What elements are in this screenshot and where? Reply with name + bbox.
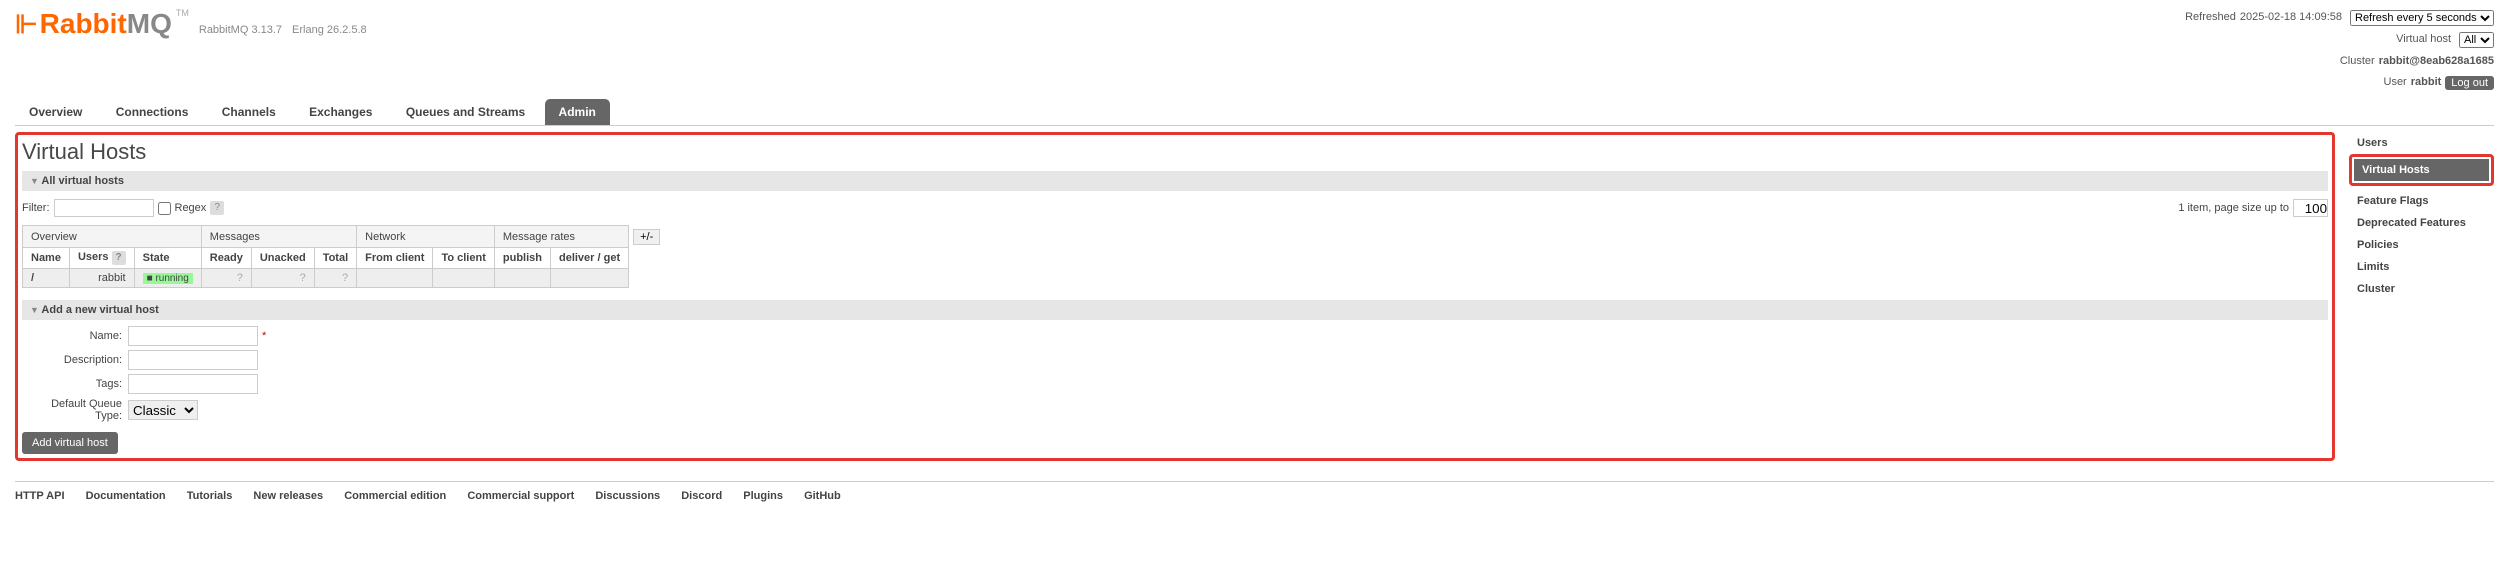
col-group-rates: Message rates xyxy=(494,226,628,248)
cell-to-client xyxy=(433,269,494,288)
footer-plugins[interactable]: Plugins xyxy=(743,490,783,502)
col-publish[interactable]: publish xyxy=(494,248,550,269)
vhost-name-link[interactable]: / xyxy=(31,272,34,284)
cluster-label: Cluster xyxy=(2340,52,2375,72)
tab-connections[interactable]: Connections xyxy=(102,99,203,125)
sidebar-item-deprecated-features[interactable]: Deprecated Features xyxy=(2349,212,2494,234)
add-vhost-button[interactable]: Add virtual host xyxy=(22,432,118,454)
footer-commercial-edition[interactable]: Commercial edition xyxy=(344,490,446,502)
footer-discussions[interactable]: Discussions xyxy=(595,490,660,502)
tab-exchanges[interactable]: Exchanges xyxy=(295,99,386,125)
default-queue-type-label: Default Queue Type: xyxy=(22,398,122,422)
tab-channels[interactable]: Channels xyxy=(208,99,290,125)
col-total[interactable]: Total xyxy=(314,248,356,269)
col-users[interactable]: Users ? xyxy=(69,248,134,269)
page-size-input[interactable] xyxy=(2293,199,2328,217)
footer-commercial-support[interactable]: Commercial support xyxy=(467,490,574,502)
logo-tm: TM xyxy=(176,8,189,18)
footer-http-api[interactable]: HTTP API xyxy=(15,490,65,502)
help-icon[interactable]: ? xyxy=(112,251,126,265)
erlang-version: Erlang 26.2.5.8 xyxy=(292,24,367,36)
sidebar-item-feature-flags[interactable]: Feature Flags xyxy=(2349,190,2494,212)
page-title: Virtual Hosts xyxy=(22,139,2328,165)
user-label: User xyxy=(2384,73,2407,93)
columns-toggle-button[interactable]: +/- xyxy=(633,229,660,245)
sidebar-item-policies[interactable]: Policies xyxy=(2349,234,2494,256)
name-input[interactable] xyxy=(128,326,258,346)
regex-label: Regex xyxy=(175,202,207,214)
col-unacked[interactable]: Unacked xyxy=(251,248,314,269)
cell-total: ? xyxy=(314,269,356,288)
refresh-interval-select[interactable]: Refresh every 5 seconds xyxy=(2350,10,2494,26)
col-group-messages: Messages xyxy=(201,226,356,248)
item-count-label: 1 item, page size up to xyxy=(2178,202,2289,214)
name-label: Name: xyxy=(22,330,122,342)
rabbitmq-version: RabbitMQ 3.13.7 xyxy=(199,24,282,36)
logo-text-rabbit: Rabbit xyxy=(40,8,127,40)
filter-label: Filter: xyxy=(22,202,50,214)
col-name[interactable]: Name xyxy=(23,248,70,269)
state-badge: ■ running xyxy=(143,273,193,284)
logout-button[interactable]: Log out xyxy=(2445,76,2494,90)
sidebar-item-virtual-hosts[interactable]: Virtual Hosts xyxy=(2354,159,2489,181)
refreshed-time: 2025-02-18 14:09:58 xyxy=(2240,8,2342,28)
logo[interactable]: ⊩ RabbitMQ TM xyxy=(15,8,189,40)
vhost-label: Virtual host xyxy=(2396,30,2451,50)
help-icon[interactable]: ? xyxy=(210,201,224,215)
footer-discord[interactable]: Discord xyxy=(681,490,722,502)
tab-overview[interactable]: Overview xyxy=(15,99,96,125)
vhosts-table: Overview Messages Network Message rates … xyxy=(22,225,669,288)
footer-tutorials[interactable]: Tutorials xyxy=(187,490,233,502)
cell-deliver xyxy=(550,269,628,288)
main-tabs: Overview Connections Channels Exchanges … xyxy=(15,99,2494,126)
footer-github[interactable]: GitHub xyxy=(804,490,841,502)
table-row[interactable]: / rabbit ■ running ? ? ? xyxy=(23,269,669,288)
cell-publish xyxy=(494,269,550,288)
footer: HTTP API Documentation Tutorials New rel… xyxy=(15,481,2494,510)
refreshed-label: Refreshed xyxy=(2185,8,2236,28)
col-state[interactable]: State xyxy=(134,248,201,269)
required-marker: * xyxy=(262,330,266,342)
filter-input[interactable] xyxy=(54,199,154,217)
sidebar-item-cluster[interactable]: Cluster xyxy=(2349,278,2494,300)
section-all-vhosts[interactable]: All virtual hosts xyxy=(22,171,2328,191)
description-label: Description: xyxy=(22,354,122,366)
sidebar-item-users[interactable]: Users xyxy=(2349,132,2494,154)
admin-sidebar: Users Virtual Hosts Feature Flags Deprec… xyxy=(2349,132,2494,461)
cell-unacked: ? xyxy=(251,269,314,288)
cell-from-client xyxy=(357,269,433,288)
footer-documentation[interactable]: Documentation xyxy=(86,490,166,502)
cluster-name: rabbit@8eab628a1685 xyxy=(2379,52,2494,72)
col-from-client[interactable]: From client xyxy=(357,248,433,269)
logo-text-mq: MQ xyxy=(127,8,172,40)
section-add-vhost[interactable]: Add a new virtual host xyxy=(22,300,2328,320)
default-queue-type-select[interactable]: Classic xyxy=(128,400,198,420)
tab-admin[interactable]: Admin xyxy=(545,99,610,125)
rabbit-icon: ⊩ xyxy=(15,9,38,40)
cell-ready: ? xyxy=(201,269,251,288)
vhost-select[interactable]: All xyxy=(2459,32,2494,48)
sidebar-item-limits[interactable]: Limits xyxy=(2349,256,2494,278)
vhost-users: rabbit xyxy=(69,269,134,288)
regex-checkbox[interactable] xyxy=(158,202,171,215)
tags-input[interactable] xyxy=(128,374,258,394)
user-name: rabbit xyxy=(2411,73,2442,93)
description-input[interactable] xyxy=(128,350,258,370)
col-ready[interactable]: Ready xyxy=(201,248,251,269)
col-group-network: Network xyxy=(357,226,495,248)
col-deliver[interactable]: deliver / get xyxy=(550,248,628,269)
col-to-client[interactable]: To client xyxy=(433,248,494,269)
footer-new-releases[interactable]: New releases xyxy=(253,490,323,502)
tab-queues[interactable]: Queues and Streams xyxy=(392,99,539,125)
col-group-overview: Overview xyxy=(23,226,202,248)
tags-label: Tags: xyxy=(22,378,122,390)
